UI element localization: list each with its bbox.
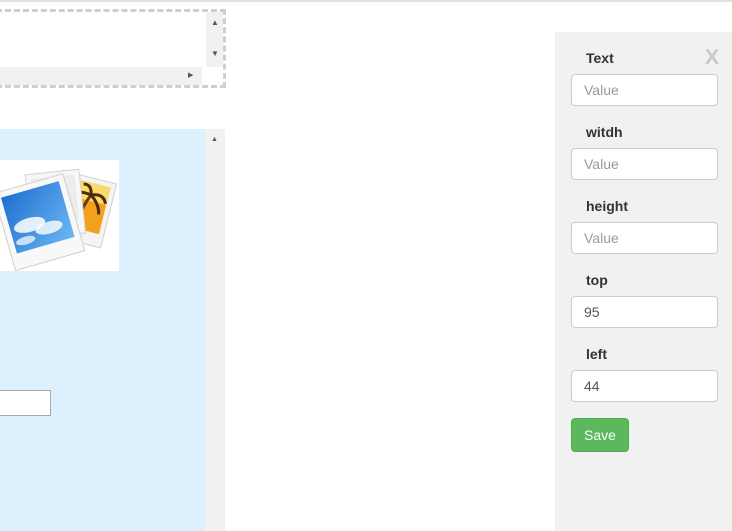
textarea-widget[interactable]: ▲ ▼ ▶: [0, 9, 226, 88]
height-label: height: [586, 198, 628, 214]
top-input[interactable]: [571, 296, 718, 328]
textarea-vertical-scrollbar[interactable]: ▲ ▼: [206, 12, 223, 67]
top-divider: [0, 0, 732, 2]
width-label: witdh: [586, 124, 623, 140]
height-input[interactable]: [571, 222, 718, 254]
left-input[interactable]: [571, 370, 718, 402]
scroll-right-icon[interactable]: ▶: [188, 71, 193, 81]
save-button[interactable]: Save: [571, 418, 629, 452]
close-icon[interactable]: X: [705, 46, 719, 70]
text-input[interactable]: [571, 74, 718, 106]
top-label: top: [586, 272, 608, 288]
canvas-vertical-scrollbar[interactable]: ▲: [205, 129, 225, 531]
scroll-up-icon[interactable]: ▲: [211, 135, 218, 145]
left-label: left: [586, 346, 607, 362]
photos-image[interactable]: [0, 160, 119, 271]
scroll-down-icon[interactable]: ▼: [211, 49, 219, 59]
scroll-up-icon[interactable]: ▲: [211, 18, 219, 28]
photos-icon: [0, 168, 118, 271]
width-input[interactable]: [571, 148, 718, 180]
text-label: Text: [586, 50, 614, 66]
canvas-text-input[interactable]: [0, 390, 51, 416]
textarea-horizontal-scrollbar[interactable]: ▶: [0, 67, 202, 85]
properties-panel: X Text witdh height top left Save: [555, 32, 732, 531]
